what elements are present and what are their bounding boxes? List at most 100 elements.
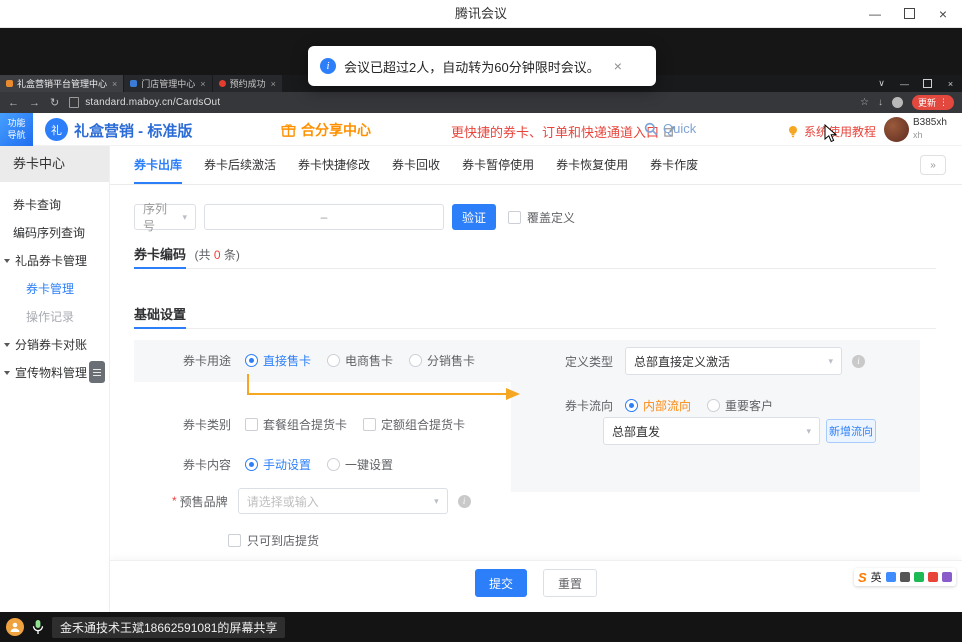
bookmark-star-icon[interactable]: ☆ xyxy=(860,97,869,108)
ime-toolbox-icon[interactable] xyxy=(942,572,952,582)
brand-select-input[interactable]: 请选择或输入 ▾ xyxy=(238,488,448,514)
radio-selected-icon xyxy=(625,399,638,412)
ime-tool-icon[interactable] xyxy=(914,572,924,582)
tab-card-activate[interactable]: 券卡后续激活 xyxy=(204,146,276,184)
radio-ecommerce-sale[interactable]: 电商售卡 xyxy=(327,352,393,369)
radio-important-customer[interactable]: 重要客户 xyxy=(707,397,773,414)
verify-button[interactable]: 验证 xyxy=(452,204,496,230)
maximize-button[interactable] xyxy=(892,0,926,27)
category-label: 券卡类别 xyxy=(183,416,231,433)
tab-close-icon[interactable]: × xyxy=(200,79,205,89)
sidebar-collapse-handle[interactable] xyxy=(89,361,105,383)
tab-card-void[interactable]: 券卡作废 xyxy=(650,146,698,184)
tab-card-pause[interactable]: 券卡暂停使用 xyxy=(462,146,534,184)
browser-minimize-icon[interactable]: — xyxy=(893,79,916,89)
tab-search-chevron-icon[interactable]: ∨ xyxy=(870,78,893,89)
share-source-label: 金禾通技术王斌18662591081的屏幕共享 xyxy=(52,617,285,638)
function-nav-toggle[interactable]: 功能导航 xyxy=(0,113,33,146)
microphone-icon[interactable] xyxy=(32,619,44,635)
site-security-icon xyxy=(69,97,79,108)
radio-icon xyxy=(409,354,422,367)
deftype-select[interactable]: 总部直接定义激活 ▾ xyxy=(625,347,842,375)
card-flow-row: 券卡流向 内部流向 重要客户 xyxy=(565,395,789,415)
sidebar-item-code-serial-query[interactable]: 编码序列查询 xyxy=(0,219,109,247)
sidebar-item-label: 分销券卡对账 xyxy=(15,338,87,352)
forward-icon[interactable]: → xyxy=(29,97,40,109)
close-button[interactable]: × xyxy=(926,0,960,27)
browser-tab-gift-admin[interactable]: 礼盒营销平台管理中心 × xyxy=(0,75,123,92)
info-icon[interactable]: i xyxy=(458,495,471,508)
deftype-label: 定义类型 xyxy=(565,353,613,370)
sidebar-item-operation-log[interactable]: 操作记录 xyxy=(0,303,109,331)
reset-button[interactable]: 重置 xyxy=(543,569,597,597)
override-checkbox-wrap[interactable]: 覆盖定义 xyxy=(508,209,575,226)
browser-close-icon[interactable]: × xyxy=(939,79,962,89)
share-center-link[interactable]: 合分享中心 xyxy=(281,120,371,140)
mouse-cursor-icon xyxy=(824,124,838,144)
ime-tool-icon[interactable] xyxy=(928,572,938,582)
gift-icon xyxy=(281,123,296,138)
browser-menu-icon: ⋮ xyxy=(939,97,948,108)
url-box[interactable]: standard.maboy.cn/CardsOut xyxy=(69,97,860,108)
minimize-button[interactable]: — xyxy=(858,0,892,27)
tab-card-resume[interactable]: 券卡恢复使用 xyxy=(556,146,628,184)
reload-icon[interactable]: ↻ xyxy=(50,96,59,109)
panel-collapse-button[interactable]: » xyxy=(920,155,946,175)
info-icon[interactable]: i xyxy=(852,355,865,368)
section-basic-settings: 基础设置 xyxy=(134,304,936,324)
add-flow-button[interactable]: 新增流向 xyxy=(826,419,876,443)
quick-search[interactable]: Quick xyxy=(644,121,696,136)
tab-card-quick-edit[interactable]: 券卡快捷修改 xyxy=(298,146,370,184)
tab-card-recycle[interactable]: 券卡回收 xyxy=(392,146,440,184)
checkbox-icon xyxy=(363,418,376,431)
browser-update-button[interactable]: 更新 ⋮ xyxy=(912,95,954,110)
app-header: 功能导航 礼 礼盒营销 - 标准版 合分享中心 更快捷的券卡、订单和快递通道入口… xyxy=(0,113,962,146)
browser-profile-icon[interactable] xyxy=(892,97,903,108)
checkbox-combo-pickup-card[interactable]: 套餐组合提货卡 xyxy=(245,416,347,433)
promo-entry-link[interactable]: 更快捷的券卡、订单和快递通道入口 xyxy=(451,122,675,141)
serial-type-select[interactable]: 序列号 ▾ xyxy=(134,204,196,230)
back-icon[interactable]: ← xyxy=(8,97,19,109)
radio-one-click-setup[interactable]: 一键设置 xyxy=(327,456,393,473)
toast-close-icon[interactable]: × xyxy=(614,58,622,74)
ime-tool-icon[interactable] xyxy=(886,572,896,582)
ime-mode-toggle[interactable]: 英 xyxy=(871,569,882,585)
brand-label: 预售品牌 xyxy=(180,493,228,510)
sidebar-item-card-mgmt[interactable]: 券卡管理 xyxy=(0,275,109,303)
radio-icon xyxy=(707,399,720,412)
radio-distribution-sale[interactable]: 分销售卡 xyxy=(409,352,475,369)
browser-maximize-icon xyxy=(923,79,932,88)
serial-range-input[interactable] xyxy=(204,204,444,230)
browser-maximize-button[interactable] xyxy=(916,79,939,88)
checkbox-store-pickup-only[interactable]: 只可到店提货 xyxy=(228,532,319,549)
tab-close-icon[interactable]: × xyxy=(112,79,117,89)
share-center-label: 合分享中心 xyxy=(301,120,371,140)
radio-icon xyxy=(327,458,340,471)
tab-close-icon[interactable]: × xyxy=(271,79,276,89)
quick-label: Quick xyxy=(663,121,696,136)
checkbox-fixed-combo-pickup-card[interactable]: 定额组合提货卡 xyxy=(363,416,465,433)
user-avatar[interactable] xyxy=(884,117,909,142)
flow-select[interactable]: 总部直发 ▾ xyxy=(603,417,820,445)
sidebar-group-distribution-reconcile[interactable]: 分销券卡对账 xyxy=(0,331,109,359)
radio-direct-sale[interactable]: 直接售卡 xyxy=(245,352,311,369)
submit-button[interactable]: 提交 xyxy=(475,569,527,597)
browser-tab-store-admin[interactable]: 门店管理中心 × xyxy=(124,75,211,92)
radio-manual-setup[interactable]: 手动设置 xyxy=(245,456,311,473)
codes-count: (共 0 条) xyxy=(194,248,239,262)
chevron-down-icon: ▾ xyxy=(428,496,439,507)
sidebar-item-label: 券卡管理 xyxy=(26,282,74,296)
browser-addressbar: ← → ↻ standard.maboy.cn/CardsOut ☆ ↓ 更新 … xyxy=(0,92,962,113)
sidebar-group-gift-card-mgmt[interactable]: 礼品券卡管理 xyxy=(0,247,109,275)
download-icon[interactable]: ↓ xyxy=(878,97,883,108)
promo-text: 更快捷的券卡、订单和快递通道入口 xyxy=(451,122,659,141)
tab-card-outbound[interactable]: 券卡出库 xyxy=(134,146,182,184)
info-icon: i xyxy=(320,58,336,74)
sogou-logo-icon[interactable]: S xyxy=(858,570,867,585)
browser-tab-booking[interactable]: 预约成功 × xyxy=(213,75,282,92)
radio-internal-flow[interactable]: 内部流向 xyxy=(625,397,691,414)
caret-down-icon xyxy=(4,371,10,375)
ime-keyboard-icon[interactable] xyxy=(900,572,910,582)
sidebar-item-card-query[interactable]: 券卡查询 xyxy=(0,191,109,219)
tab-favicon xyxy=(6,80,13,87)
